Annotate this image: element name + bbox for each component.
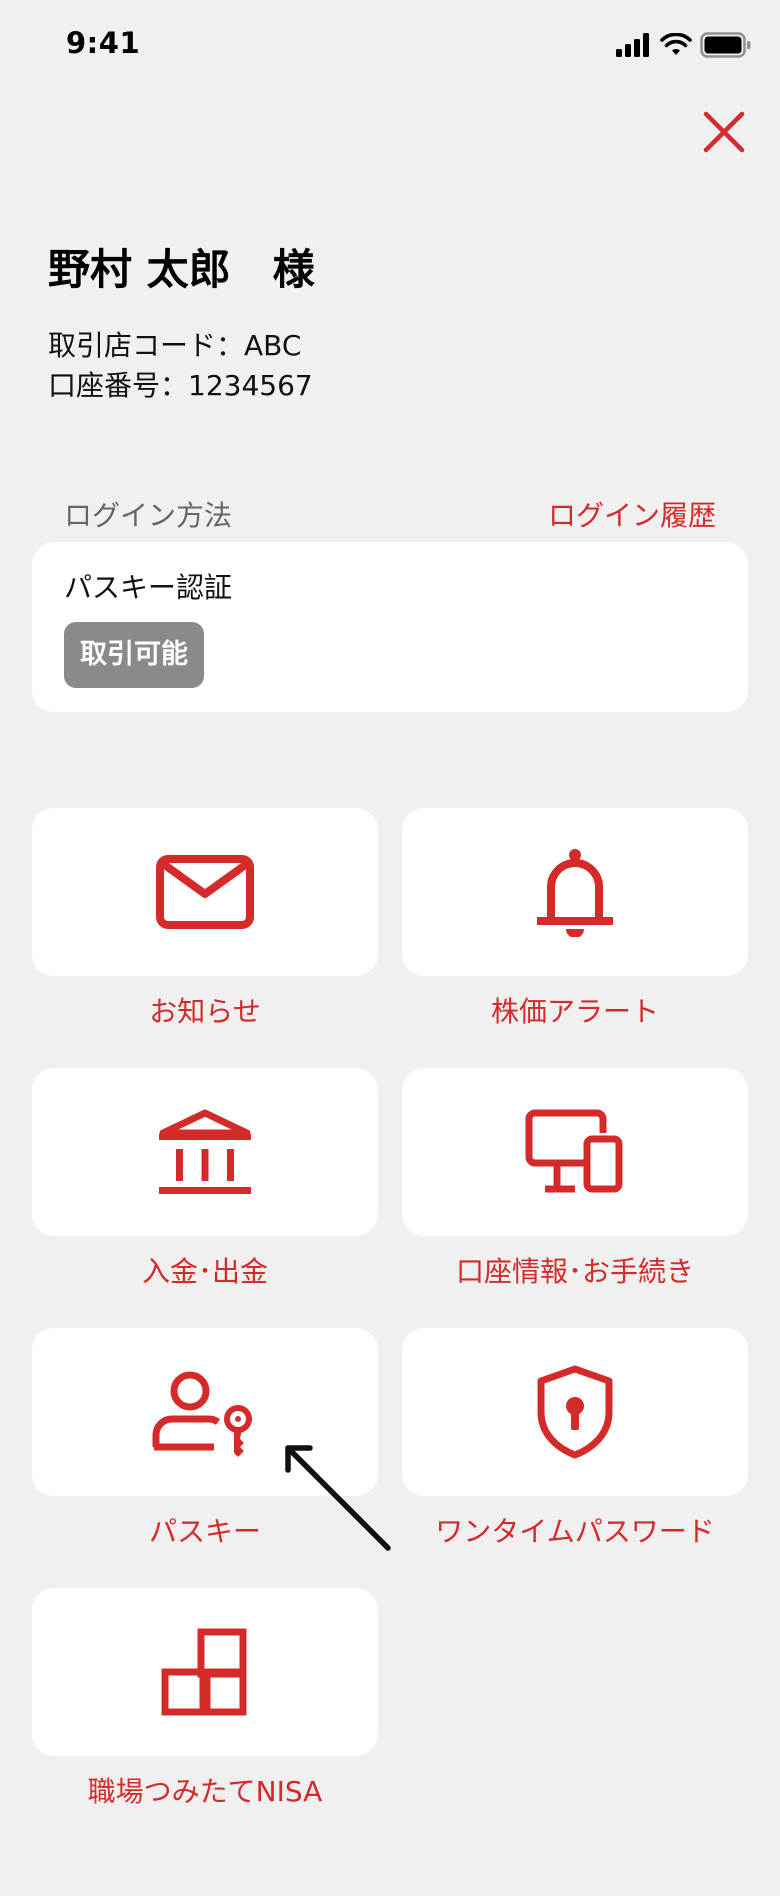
menu-tile-one-time-password[interactable]	[402, 1328, 748, 1496]
battery-icon	[700, 32, 751, 58]
menu-label-account-info[interactable]: 口座情報･お手続き	[402, 1250, 748, 1290]
bank-icon	[159, 1109, 251, 1194]
menu-label-deposit-withdraw[interactable]: 入金･出金	[32, 1250, 378, 1290]
close-icon[interactable]	[698, 106, 750, 158]
devices-icon	[525, 1109, 623, 1193]
menu-tile-workplace-nisa[interactable]	[32, 1588, 378, 1756]
login-method-value: パスキー認証	[64, 571, 233, 604]
status-time: 9:41	[66, 26, 141, 60]
status-icons	[616, 30, 752, 60]
menu-tile-deposit-withdraw[interactable]	[32, 1068, 378, 1236]
account-number: 口座番号：1234567	[48, 369, 313, 402]
menu-label-workplace-nisa[interactable]: 職場つみたてNISA	[32, 1770, 378, 1810]
menu-label-notifications[interactable]: お知らせ	[32, 990, 378, 1030]
wifi-icon	[660, 33, 692, 55]
menu-tile-stock-alert[interactable]	[402, 808, 748, 976]
status-badge: 取引可能	[64, 622, 204, 688]
user-key-icon	[152, 1371, 252, 1457]
menu-tile-account-info[interactable]	[402, 1068, 748, 1236]
branch-code: 取引店コード：ABC	[48, 329, 302, 362]
pointer-arrow-icon	[285, 1445, 391, 1551]
login-method-label: ログイン方法	[64, 499, 233, 532]
menu-tile-notifications[interactable]	[32, 808, 378, 976]
menu-label-one-time-password[interactable]: ワンタイムパスワード	[402, 1510, 748, 1550]
login-history-link[interactable]: ログイン履歴	[548, 494, 716, 534]
signal-icon	[616, 33, 649, 57]
close-button[interactable]	[698, 106, 750, 158]
user-name: 野村 太郎 様	[48, 245, 315, 294]
shield-lock-icon	[537, 1365, 613, 1459]
blocks-icon	[161, 1628, 247, 1716]
status-bar: 9:41	[0, 0, 780, 90]
menu-label-stock-alert[interactable]: 株価アラート	[402, 990, 748, 1030]
mail-icon	[156, 855, 254, 929]
bell-icon	[537, 849, 613, 937]
login-method-card: パスキー認証 取引可能	[32, 542, 748, 712]
